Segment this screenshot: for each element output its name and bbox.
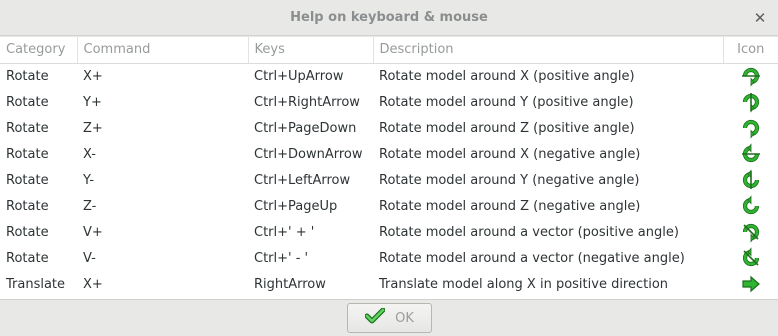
cell-icon (723, 193, 778, 219)
column-header-category[interactable]: Category (0, 37, 78, 64)
cell-keys: RightArrow (254, 276, 326, 292)
cell-category: Rotate (6, 250, 49, 266)
rotate-x-negative-icon (740, 143, 762, 163)
rotate-vector-negative-icon (740, 247, 762, 267)
cell-icon (723, 271, 778, 297)
cell-description: Rotate model around Y (positive angle) (379, 94, 634, 110)
rotate-x-positive-icon (740, 68, 762, 87)
cell-command: V- (83, 250, 96, 266)
table-row[interactable]: Rotate X- Ctrl+DownArrow Rotate model aroun… (0, 141, 778, 167)
cell-keys: Ctrl+PageUp (254, 198, 338, 214)
cell-description: Rotate model around a vector (positive a… (379, 224, 679, 240)
cell-category: Rotate (6, 68, 49, 84)
cell-description: Translate model along X in positive dire… (379, 276, 669, 292)
table-row[interactable]: Rotate Z+ Ctrl+PageDown Rotate model around… (0, 115, 778, 141)
cell-icon (723, 245, 778, 271)
cell-command: V+ (83, 224, 103, 240)
cell-icon (723, 89, 778, 115)
column-header-keys[interactable]: Keys (248, 37, 374, 64)
ok-button[interactable]: OK (347, 303, 432, 333)
help-dialog: Help on keyboard & mouse ✕ Category Comm… (0, 0, 778, 336)
cell-description: Rotate model around X (negative angle) (379, 146, 641, 162)
cell-description: Rotate model around Y (negative angle) (379, 172, 640, 188)
table-row[interactable]: Rotate V- Ctrl+' - ' Rotate model around a … (0, 245, 778, 271)
cell-category: Rotate (6, 120, 49, 136)
table-row[interactable]: Translate X+ RightArrow Translate model alo… (0, 271, 778, 297)
cell-command: X+ (83, 68, 103, 84)
cell-category: Translate (6, 276, 66, 292)
cell-icon (723, 115, 778, 141)
rotate-z-negative-icon (740, 195, 762, 215)
cell-category: Rotate (6, 172, 49, 188)
cell-description: Rotate model around a vector (negative a… (379, 250, 685, 266)
cell-icon (723, 141, 778, 167)
window-title: Help on keyboard & mouse (290, 10, 488, 25)
table-row[interactable]: Rotate X+ Ctrl+UpArrow Rotate model around … (0, 63, 778, 89)
cell-icon (723, 167, 778, 193)
cell-command: X+ (83, 276, 103, 292)
check-icon (364, 307, 386, 328)
cell-keys: Ctrl+PageDown (254, 120, 357, 136)
cell-description: Rotate model around Z (positive angle) (379, 120, 635, 136)
cell-icon (723, 63, 778, 89)
cell-category: Rotate (6, 198, 49, 214)
cell-keys: Ctrl+UpArrow (254, 68, 344, 84)
dialog-footer: OK (0, 300, 778, 336)
rotate-z-positive-icon (740, 119, 762, 139)
column-header-icon[interactable]: Icon (723, 37, 778, 64)
title-bar[interactable]: Help on keyboard & mouse ✕ (0, 0, 778, 36)
table-row[interactable]: Rotate V+ Ctrl+' + ' Rotate model around a … (0, 219, 778, 245)
help-table[interactable]: Category Command Keys Description Icon R… (0, 37, 778, 300)
cell-keys: Ctrl+LeftArrow (254, 172, 351, 188)
cell-command: X- (83, 146, 96, 162)
cell-keys: Ctrl+RightArrow (254, 94, 360, 110)
table-row[interactable]: Rotate Z- Ctrl+PageUp Rotate model around Z… (0, 193, 778, 219)
column-header-command[interactable]: Command (77, 37, 249, 64)
cell-description: Rotate model around Z (negative angle) (379, 198, 641, 214)
cell-keys: Ctrl+DownArrow (254, 146, 363, 162)
table-row[interactable]: Rotate Y+ Ctrl+RightArrow Rotate model arou… (0, 89, 778, 115)
cell-category: Rotate (6, 94, 49, 110)
cell-keys: Ctrl+' + ' (254, 224, 315, 240)
close-icon[interactable]: ✕ (748, 6, 772, 30)
table-row[interactable]: Rotate Y- Ctrl+LeftArrow Rotate model aroun… (0, 167, 778, 193)
cell-command: Y- (83, 172, 95, 188)
cell-keys: Ctrl+' - ' (254, 250, 309, 266)
cell-command: Z- (83, 198, 97, 214)
cell-command: Y+ (83, 94, 102, 110)
ok-label: OK (395, 310, 414, 326)
cell-icon (723, 219, 778, 245)
cell-command: Z+ (83, 120, 103, 136)
rotate-y-negative-icon (740, 169, 762, 189)
cell-description: Rotate model around X (positive angle) (379, 68, 635, 84)
column-header-description[interactable]: Description (373, 37, 724, 64)
rotate-vector-positive-icon (740, 223, 762, 243)
rotate-y-positive-icon (740, 93, 762, 113)
cell-category: Rotate (6, 146, 49, 162)
cell-category: Rotate (6, 224, 49, 240)
table-header-row: Category Command Keys Description Icon (0, 37, 778, 64)
translate-x-positive-icon (740, 275, 762, 293)
